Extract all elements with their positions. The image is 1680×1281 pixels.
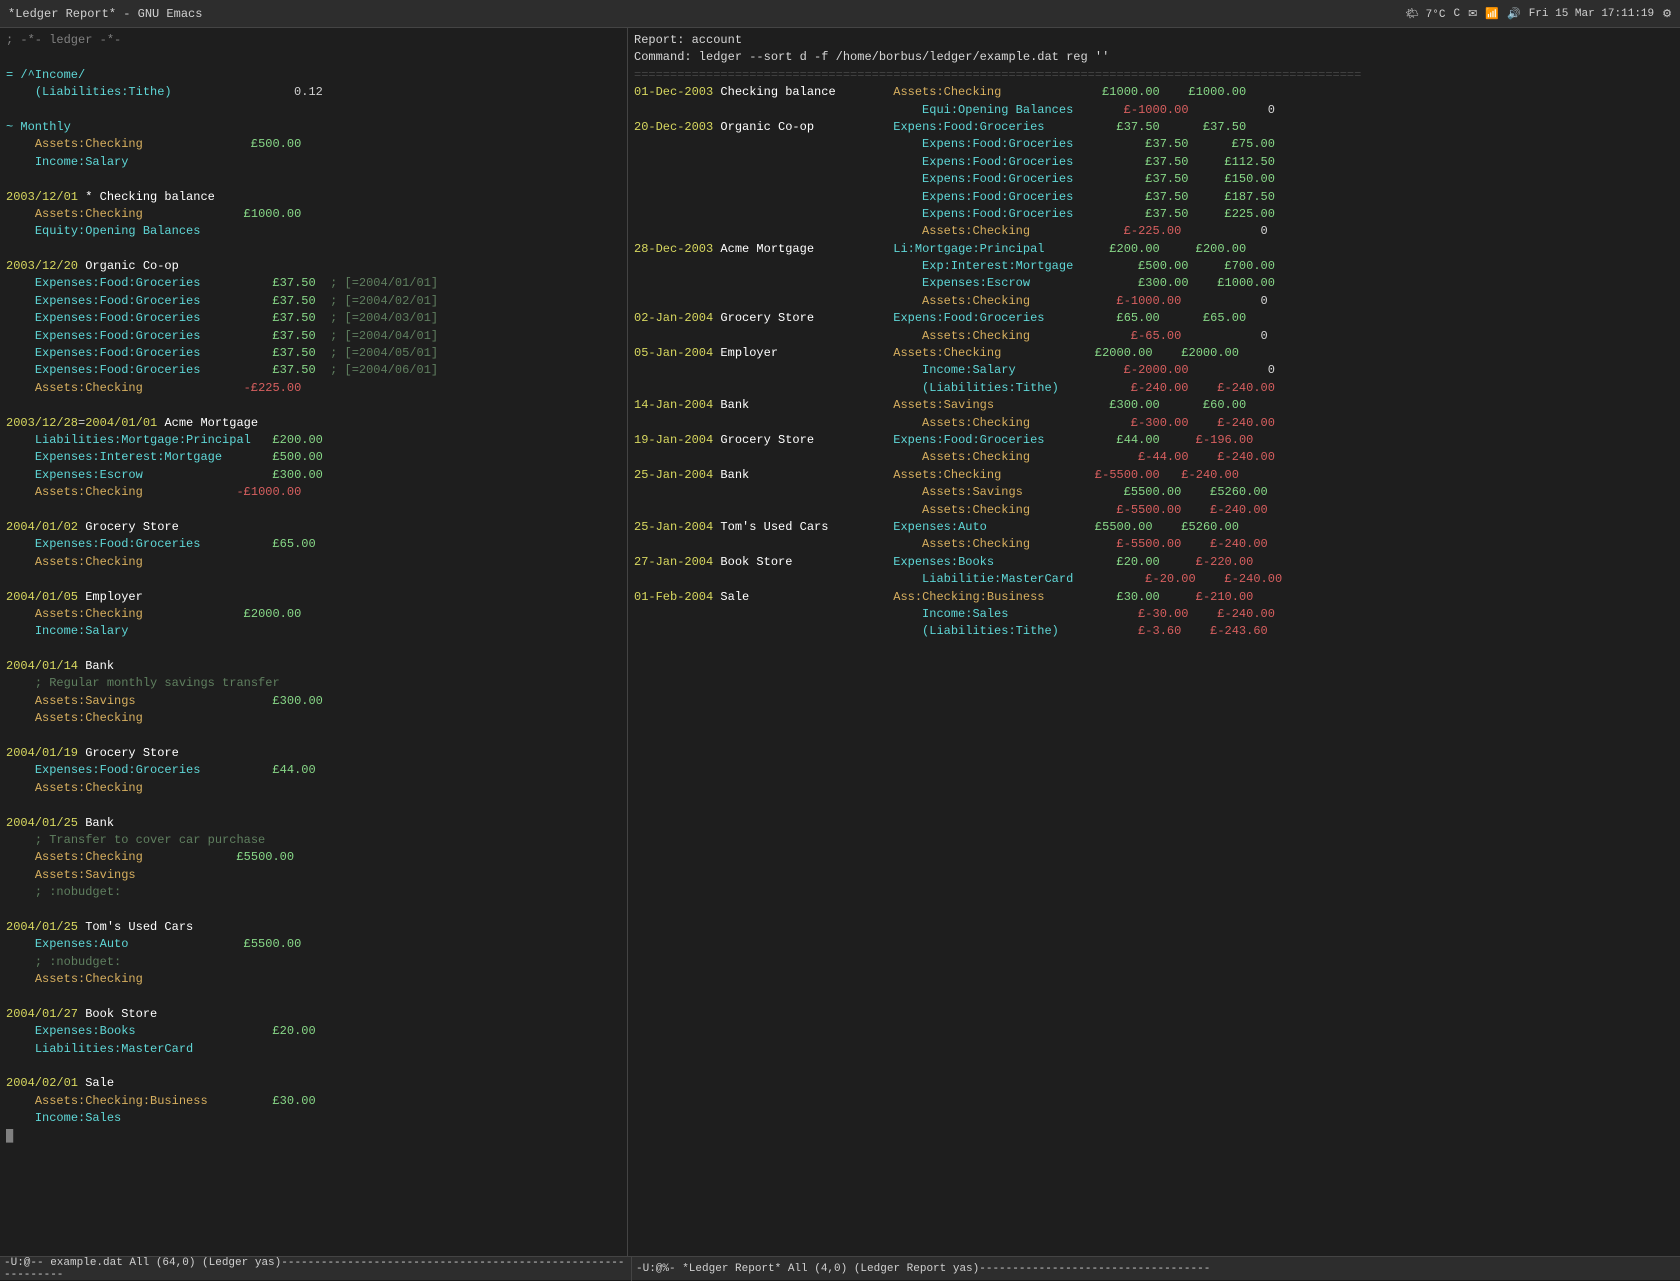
title-right: 🌤 7°C C ✉ 📶 🔊 Fri 15 Mar 17:11:19 ⚙ xyxy=(1405,7,1672,21)
title-text: *Ledger Report* - GNU Emacs xyxy=(8,7,202,21)
time-display: Fri 15 Mar 17:11:19 xyxy=(1529,8,1654,20)
status-bar: -U:@-- example.dat All (64,0) (Ledger ya… xyxy=(0,1256,1680,1280)
volume-icon[interactable]: 🔊 xyxy=(1507,7,1521,21)
network-icon: 📶 xyxy=(1485,7,1499,21)
status-right: -U:@%- *Ledger Report* All (4,0) (Ledger… xyxy=(632,1263,1676,1275)
right-pane-content: Report: account Command: ledger --sort d… xyxy=(634,32,1674,641)
status-left: -U:@-- example.dat All (64,0) (Ledger ya… xyxy=(4,1257,632,1281)
left-pane-content: ; -*- ledger -*- = /^Income/ (Liabilitie… xyxy=(6,32,621,1145)
email-icon[interactable]: ✉ xyxy=(1468,7,1477,21)
main-container: ; -*- ledger -*- = /^Income/ (Liabilitie… xyxy=(0,28,1680,1256)
refresh-icon[interactable]: C xyxy=(1453,8,1460,20)
left-pane[interactable]: ; -*- ledger -*- = /^Income/ (Liabilitie… xyxy=(0,28,628,1256)
settings-icon[interactable]: ⚙ xyxy=(1662,7,1672,21)
right-pane[interactable]: Report: account Command: ledger --sort d… xyxy=(628,28,1680,1256)
weather-display: 🌤 7°C xyxy=(1405,7,1445,21)
title-bar: *Ledger Report* - GNU Emacs 🌤 7°C C ✉ 📶 … xyxy=(0,0,1680,28)
